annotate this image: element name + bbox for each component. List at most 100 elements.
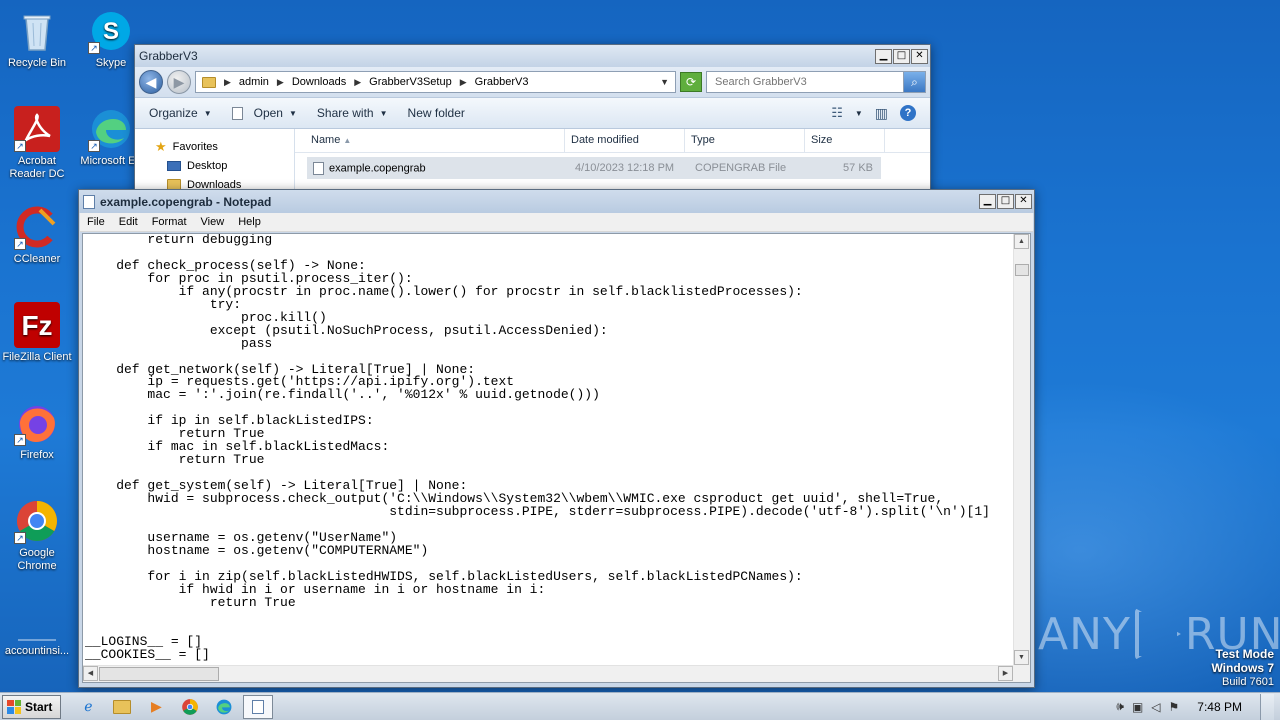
show-desktop-button[interactable]	[1260, 693, 1274, 720]
sort-ascending-icon: ▲	[343, 136, 352, 145]
column-header-name[interactable]: Name ▲	[295, 129, 565, 152]
column-header-size[interactable]: Size	[805, 129, 885, 152]
clock[interactable]: 7:48 PM	[1187, 700, 1252, 714]
maximize-button[interactable]: □	[997, 194, 1014, 209]
shortcut-arrow-icon: ↗	[14, 532, 26, 544]
resize-grip-icon[interactable]	[1013, 665, 1030, 682]
play-logo-icon	[1134, 608, 1181, 660]
menu-file[interactable]: File	[87, 216, 105, 228]
taskbar: Start ℯ ▶ 🕪 ▣ ◁ ⚑ 7:48 PM	[0, 692, 1280, 720]
chevron-right-icon: ▶	[224, 76, 231, 87]
column-header-type[interactable]: Type	[685, 129, 805, 152]
minimize-button[interactable]: ▁	[979, 194, 996, 209]
windows-logo-icon	[7, 699, 21, 714]
breadcrumb-grabberv3[interactable]: GrabberV3	[475, 76, 529, 88]
breadcrumb-admin[interactable]: admin	[239, 76, 269, 88]
scroll-down-icon[interactable]: ▼	[1014, 650, 1029, 665]
back-button[interactable]: ◀	[139, 70, 163, 94]
caret-down-icon[interactable]: ▼	[855, 109, 863, 118]
chrome-icon[interactable]	[175, 695, 205, 719]
scroll-up-icon[interactable]: ▲	[1014, 234, 1029, 249]
desktop-icon-recycle-bin[interactable]: Recycle Bin	[0, 8, 74, 70]
search-field[interactable]: ⌕	[706, 71, 926, 93]
explorer-icon[interactable]	[107, 695, 137, 719]
menu-format[interactable]: Format	[152, 216, 187, 228]
list-item[interactable]: example.copengrab 4/10/2023 12:18 PM COP…	[307, 157, 881, 179]
new-folder-button[interactable]: New folder	[408, 106, 465, 120]
breadcrumb-downloads[interactable]: Downloads	[292, 76, 346, 88]
start-button[interactable]: Start	[2, 694, 62, 719]
build-line: Build 7601	[1222, 676, 1274, 688]
nav-item-desktop[interactable]: Desktop	[155, 156, 294, 175]
desktop-icon-filezilla[interactable]: Fz FileZilla Client	[0, 302, 74, 364]
desktop-icon-label: Microsoft Ed	[80, 155, 142, 167]
help-icon[interactable]: ?	[900, 105, 916, 121]
menu-help[interactable]: Help	[238, 216, 261, 228]
shortcut-arrow-icon: ↗	[88, 42, 100, 54]
close-button[interactable]: ✕	[1015, 194, 1032, 209]
flag-icon[interactable]: ⚑	[1169, 700, 1180, 714]
speaker-icon[interactable]: ◁	[1151, 700, 1160, 714]
menu-view[interactable]: View	[201, 216, 225, 228]
desktop-icon-acrobat[interactable]: ↗ Acrobat Reader DC	[0, 106, 74, 181]
forward-button[interactable]: ▶	[167, 70, 191, 94]
network-icon[interactable]: ▣	[1132, 700, 1143, 714]
breadcrumb-grabberv3setup[interactable]: GrabberV3Setup	[369, 76, 452, 88]
scroll-right-icon[interactable]: ▶	[998, 666, 1013, 681]
desktop-icon-ccleaner[interactable]: ↗ CCleaner	[0, 204, 74, 266]
edge-icon[interactable]	[209, 695, 239, 719]
desktop-icon-label: Skype	[95, 57, 127, 69]
explorer-window[interactable]: GrabberV3 ▁ □ ✕ ◀ ▶ ▶ admin ▶ Downloads …	[134, 44, 931, 194]
chevron-down-icon[interactable]: ▼	[660, 77, 669, 87]
desktop-icon-chrome[interactable]: ↗ Google Chrome	[0, 498, 74, 573]
watermark-text-left: ANY	[1038, 608, 1131, 660]
scrollbar-thumb[interactable]	[1015, 264, 1029, 276]
desktop-icon-firefox[interactable]: ↗ Firefox	[0, 400, 74, 462]
maximize-button[interactable]: □	[893, 48, 910, 64]
media-player-icon[interactable]: ▶	[141, 695, 171, 719]
text-editor[interactable]: return debugging def check_process(self)…	[83, 234, 1013, 665]
notepad-titlebar[interactable]: example.copengrab - Notepad ▁ □ ✕	[79, 190, 1034, 213]
close-button[interactable]: ✕	[911, 48, 928, 64]
menu-edit[interactable]: Edit	[119, 216, 138, 228]
open-button[interactable]: Open ▼	[231, 106, 297, 120]
desktop-icon-accountinsi[interactable]: accountinsi...	[0, 596, 74, 658]
organize-button[interactable]: Organize ▼	[149, 106, 212, 120]
address-bar[interactable]: ▶ admin ▶ Downloads ▶ GrabberV3Setup ▶ G…	[195, 71, 676, 93]
document-icon	[313, 161, 324, 175]
nav-item-favorites[interactable]: ★ Favorites	[155, 137, 294, 156]
preview-pane-icon[interactable]: ▥	[875, 105, 888, 122]
desktop-icon-label: FileZilla Client	[2, 351, 72, 363]
chevron-right-icon: ▶	[354, 76, 362, 87]
system-tray: 🕪 ▣ ◁ ⚑ 7:48 PM	[1116, 693, 1280, 720]
nav-label: Favorites	[172, 140, 218, 153]
notepad-window[interactable]: example.copengrab - Notepad ▁ □ ✕ File E…	[78, 189, 1035, 688]
view-options-icon[interactable]: ☷	[831, 105, 843, 121]
explorer-titlebar[interactable]: GrabberV3 ▁ □ ✕	[135, 45, 930, 67]
acrobat-icon: ↗	[14, 106, 60, 152]
start-label: Start	[25, 699, 53, 714]
horizontal-scrollbar[interactable]: ◀ ▶	[83, 665, 1013, 682]
command-bar: Organize ▼ Open ▼ Share with ▼ New folder ☷…	[135, 97, 930, 129]
search-input[interactable]	[713, 75, 903, 89]
vertical-scrollbar[interactable]: ▲ ▼	[1013, 234, 1030, 665]
notepad-icon[interactable]	[243, 694, 274, 719]
column-header-date[interactable]: Date modified	[565, 129, 685, 152]
chevron-right-icon: ▶	[459, 76, 467, 87]
editor-frame: return debugging def check_process(self)…	[82, 233, 1031, 683]
desktop-icon-label: Acrobat Reader DC	[9, 155, 65, 180]
refresh-button[interactable]: ⟳	[680, 72, 702, 92]
ie-icon[interactable]: ℯ	[73, 695, 103, 719]
caret-down-icon: ▼	[379, 108, 388, 118]
volume-icon[interactable]: 🕪	[1116, 699, 1124, 714]
file-date: 4/10/2023 12:18 PM	[575, 162, 675, 174]
svg-text:Fz: Fz	[21, 310, 52, 341]
scroll-left-icon[interactable]: ◀	[83, 666, 98, 681]
desktop-icon-label: Recycle Bin	[7, 57, 67, 69]
nav-label: Desktop	[187, 159, 228, 172]
window-title: example.copengrab - Notepad	[100, 194, 272, 209]
minimize-button[interactable]: ▁	[875, 48, 892, 64]
search-icon[interactable]: ⌕	[903, 72, 925, 92]
share-with-button[interactable]: Share with ▼	[317, 106, 388, 120]
scrollbar-thumb[interactable]	[99, 667, 219, 681]
